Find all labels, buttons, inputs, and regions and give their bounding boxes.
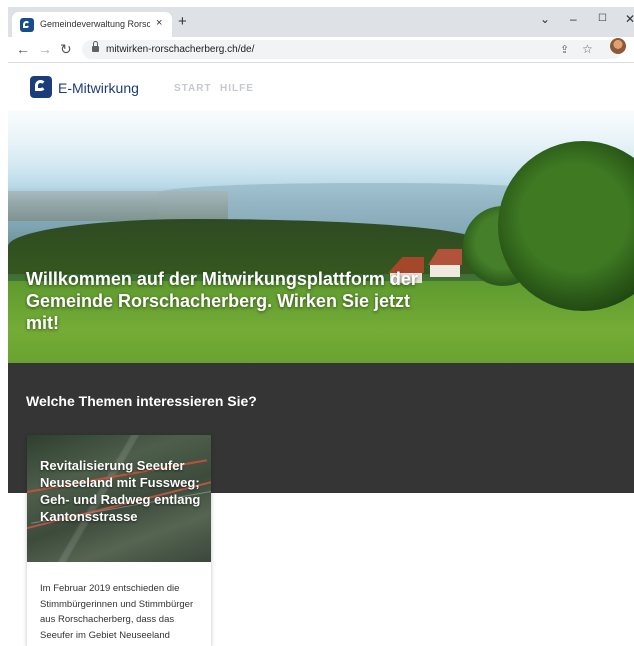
maximize-button[interactable]: ☐ [598, 13, 607, 24]
hero-banner: Willkommen auf der Mitwirkungsplattform … [8, 111, 634, 363]
lock-icon[interactable] [92, 41, 99, 52]
hero-town [8, 191, 228, 221]
profile-avatar[interactable] [610, 38, 626, 54]
url-text[interactable]: mitwirken-rorschacherberg.ch/de/ [106, 44, 254, 55]
nav-start-link[interactable]: START [174, 83, 212, 94]
site-favicon-icon [20, 18, 34, 32]
browser-window: Gemeindeverwaltung Rorschache × + ⌄ – ☐ … [8, 7, 634, 646]
address-toolbar: ← → ↻ mitwirken-rorschacherberg.ch/de/ ⇪… [8, 37, 634, 63]
tab-search-icon[interactable]: ⌄ [540, 12, 550, 26]
close-window-button[interactable]: ✕ [625, 12, 634, 26]
tab-strip: Gemeindeverwaltung Rorschache × + ⌄ – ☐ … [8, 7, 634, 37]
browser-tab[interactable]: Gemeindeverwaltung Rorschache × [12, 12, 172, 37]
nav-hilfe-link[interactable]: HILFE [220, 83, 254, 94]
site-header: E-Mitwirkung START HILFE [8, 63, 634, 111]
topic-card-description: Im Februar 2019 entschieden die Stimmbür… [40, 583, 194, 646]
topic-card[interactable]: Revitalisierung Seeufer Neuseeland mit F… [27, 435, 211, 646]
tab-title: Gemeindeverwaltung Rorschache [40, 19, 150, 29]
back-button[interactable]: ← [16, 41, 30, 57]
topic-card-title[interactable]: Revitalisierung Seeufer Neuseeland mit F… [40, 457, 205, 525]
new-tab-button[interactable]: + [178, 14, 187, 29]
topics-heading: Welche Themen interessieren Sie? [26, 393, 257, 409]
tab-close-icon[interactable]: × [156, 17, 162, 29]
logo-icon[interactable] [30, 76, 52, 98]
brand-name[interactable]: E-Mitwirkung [58, 80, 139, 96]
forward-button[interactable]: → [38, 41, 52, 57]
star-icon[interactable]: ☆ [582, 42, 593, 56]
reload-button[interactable]: ↻ [60, 41, 72, 57]
hero-title: Willkommen auf der Mitwirkungsplattform … [26, 269, 418, 333]
share-icon[interactable]: ⇪ [560, 43, 569, 56]
minimize-button[interactable]: – [570, 12, 577, 26]
address-bar[interactable]: mitwirken-rorschacherberg.ch/de/ ⇪ ☆ [82, 40, 622, 59]
